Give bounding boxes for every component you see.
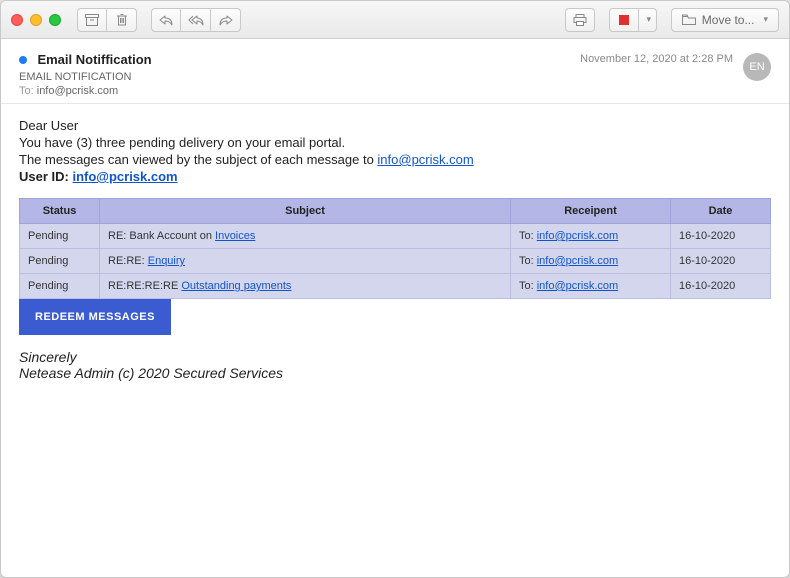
trash-icon [116,13,128,26]
printer-icon [573,14,587,26]
table-row: Pending RE:RE: Enquiry To: info@pcrisk.c… [20,249,771,274]
body-line2: The messages can viewed by the subject o… [19,152,771,167]
table-row: Pending RE: Bank Account on Invoices To:… [20,224,771,249]
body-email-link[interactable]: info@pcrisk.com [377,152,473,167]
flag-button[interactable] [609,8,639,32]
reply-all-icon [188,14,204,26]
to-label: To: [19,85,34,97]
cell-status: Pending [20,274,100,299]
window-controls [11,14,61,26]
unread-indicator-icon [19,56,27,64]
subject-link[interactable]: Invoices [215,230,255,242]
cell-recipient: To: info@pcrisk.com [511,224,671,249]
forward-button[interactable] [211,8,241,32]
subject-row: Email Notiffication [19,51,580,69]
message-body: Dear User You have (3) three pending del… [1,104,789,395]
folder-icon [682,14,696,25]
cell-date: 16-10-2020 [671,249,771,274]
archive-group [77,8,137,32]
cell-subject: RE:RE:RE:RE Outstanding payments [100,274,511,299]
reply-group [151,8,241,32]
move-to-button[interactable]: Move to... ▾ [671,8,779,32]
cell-recipient: To: info@pcrisk.com [511,249,671,274]
cell-subject: RE: Bank Account on Invoices [100,224,511,249]
archive-button[interactable] [77,8,107,32]
print-button[interactable] [565,8,595,32]
subject-link[interactable]: Outstanding payments [181,280,291,292]
signature: Sincerely Netease Admin (c) 2020 Secured… [19,349,771,381]
move-to-label: Move to... [702,13,755,27]
chevron-down-icon: ▾ [647,14,652,25]
flag-group: ▾ [609,8,657,32]
message-header: Email Notiffication EMAIL NOTIFICATION T… [1,39,789,104]
minimize-button[interactable] [30,14,42,26]
th-subject: Subject [100,199,511,224]
mail-window: ▾ Move to... ▾ Email Notiffication EMAIL… [0,0,790,578]
sig-line2: Netease Admin (c) 2020 Secured Services [19,365,771,381]
recipient-link[interactable]: info@pcrisk.com [537,255,618,267]
greeting: Dear User [19,118,771,133]
reply-button[interactable] [151,8,181,32]
redeem-button[interactable]: REDEEM MESSAGES [19,299,171,335]
cell-subject: RE:RE: Enquiry [100,249,511,274]
reply-all-button[interactable] [181,8,211,32]
flag-menu-button[interactable]: ▾ [639,8,657,32]
cell-recipient: To: info@pcrisk.com [511,274,671,299]
table-header-row: Status Subject Receipent Date [20,199,771,224]
to-value: info@pcrisk.com [37,85,118,97]
flag-icon [619,15,629,25]
subject-link[interactable]: Enquiry [148,255,185,267]
cell-date: 16-10-2020 [671,224,771,249]
th-recipient: Receipent [511,199,671,224]
recipient-link[interactable]: info@pcrisk.com [537,280,618,292]
message-subject: Email Notiffication [37,52,151,67]
archive-icon [85,14,99,26]
titlebar: ▾ Move to... ▾ [1,1,789,39]
table-row: Pending RE:RE:RE:RE Outstanding payments… [20,274,771,299]
cell-date: 16-10-2020 [671,274,771,299]
close-button[interactable] [11,14,23,26]
cell-status: Pending [20,224,100,249]
th-date: Date [671,199,771,224]
userid-link[interactable]: info@pcrisk.com [72,169,177,184]
message-to: To: info@pcrisk.com [19,85,580,97]
pending-table: Status Subject Receipent Date Pending RE… [19,198,771,299]
message-from: EMAIL NOTIFICATION [19,71,580,83]
sig-line1: Sincerely [19,349,771,365]
chevron-down-icon: ▾ [763,14,768,25]
forward-icon [219,14,233,26]
header-left: Email Notiffication EMAIL NOTIFICATION T… [19,51,580,97]
message-date: November 12, 2020 at 2:28 PM [580,53,733,65]
userid-line: User ID: info@pcrisk.com [19,169,771,184]
zoom-button[interactable] [49,14,61,26]
reply-icon [159,14,173,26]
body-line1: You have (3) three pending delivery on y… [19,135,771,150]
th-status: Status [20,199,100,224]
cell-status: Pending [20,249,100,274]
trash-button[interactable] [107,8,137,32]
sender-avatar: EN [743,53,771,81]
recipient-link[interactable]: info@pcrisk.com [537,230,618,242]
